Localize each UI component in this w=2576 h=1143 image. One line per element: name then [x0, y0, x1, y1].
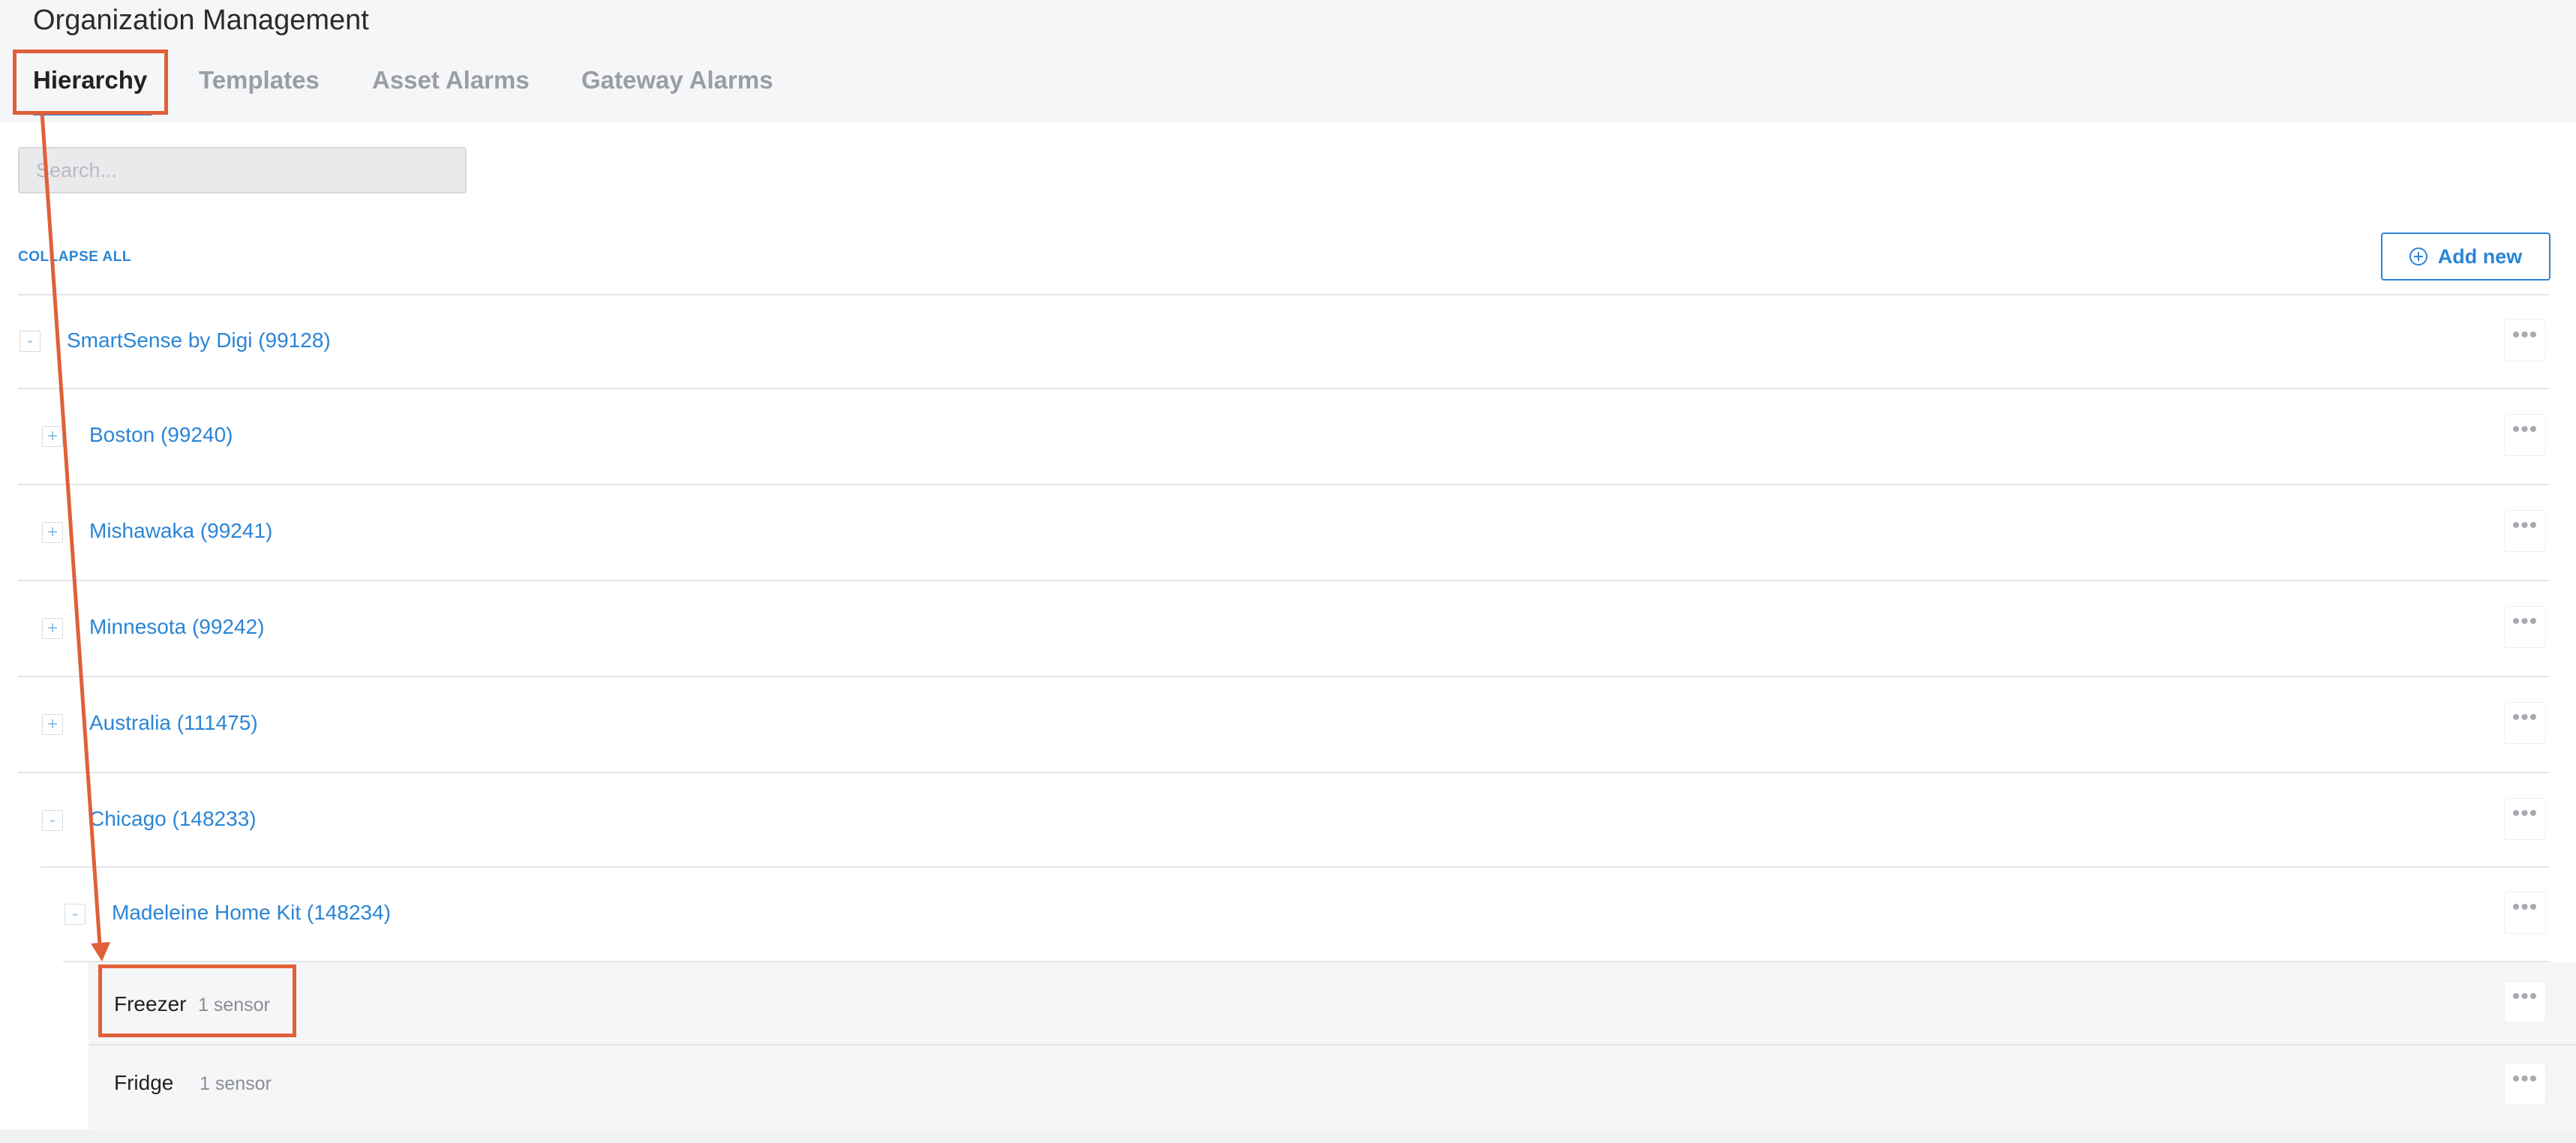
annotation-arrow-icon — [40, 112, 110, 962]
